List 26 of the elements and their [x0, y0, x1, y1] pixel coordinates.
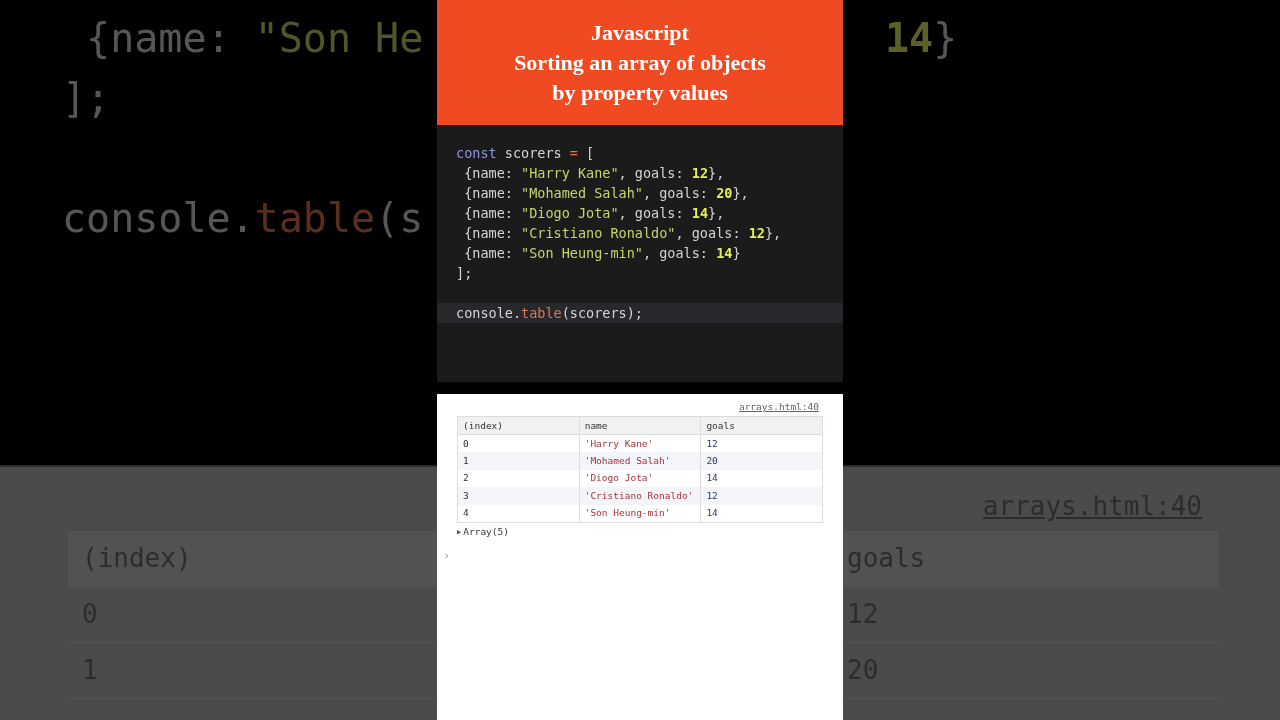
blurred-code-line: ];: [62, 74, 112, 123]
code-line: {name: "Son Heung-min", goals: 14}: [463, 244, 742, 263]
table-cell: 3: [457, 487, 580, 505]
blurred-code-line: console.table(s: [62, 194, 425, 243]
title-text: Sorting an array of objects: [514, 48, 766, 77]
column-header[interactable]: name: [579, 416, 701, 435]
code-line: {name: "Mohamed Salah", goals: 20},: [463, 184, 750, 203]
array-summary[interactable]: Array(5): [463, 525, 509, 540]
blurred-code-line: {name: "Son He: [85, 14, 425, 63]
code-line: ];: [455, 264, 474, 283]
console-prompt: ›: [445, 548, 449, 561]
code-line: {name: "Cristiano Ronaldo", goals: 12},: [463, 224, 783, 243]
blurred-code-line: 14}: [885, 14, 959, 63]
code-line: const scorers = [: [455, 144, 596, 163]
column-header[interactable]: goals: [700, 416, 823, 435]
table-cell: 'Cristiano Ronaldo': [579, 487, 701, 505]
column-header[interactable]: (index): [457, 416, 580, 435]
table-cell: 20: [700, 452, 823, 470]
code-line: {name: "Harry Kane", goals: 12},: [463, 164, 726, 183]
table-cell: 1: [457, 452, 580, 470]
code-line: {name: "Diogo Jota", goals: 14},: [463, 204, 726, 223]
table-cell: 12: [700, 487, 823, 505]
source-link[interactable]: arrays.html:40: [738, 400, 819, 415]
title-text: by property values: [552, 78, 728, 107]
title-text: Javascript: [591, 18, 689, 47]
table-cell: 'Mohamed Salah': [579, 452, 701, 470]
